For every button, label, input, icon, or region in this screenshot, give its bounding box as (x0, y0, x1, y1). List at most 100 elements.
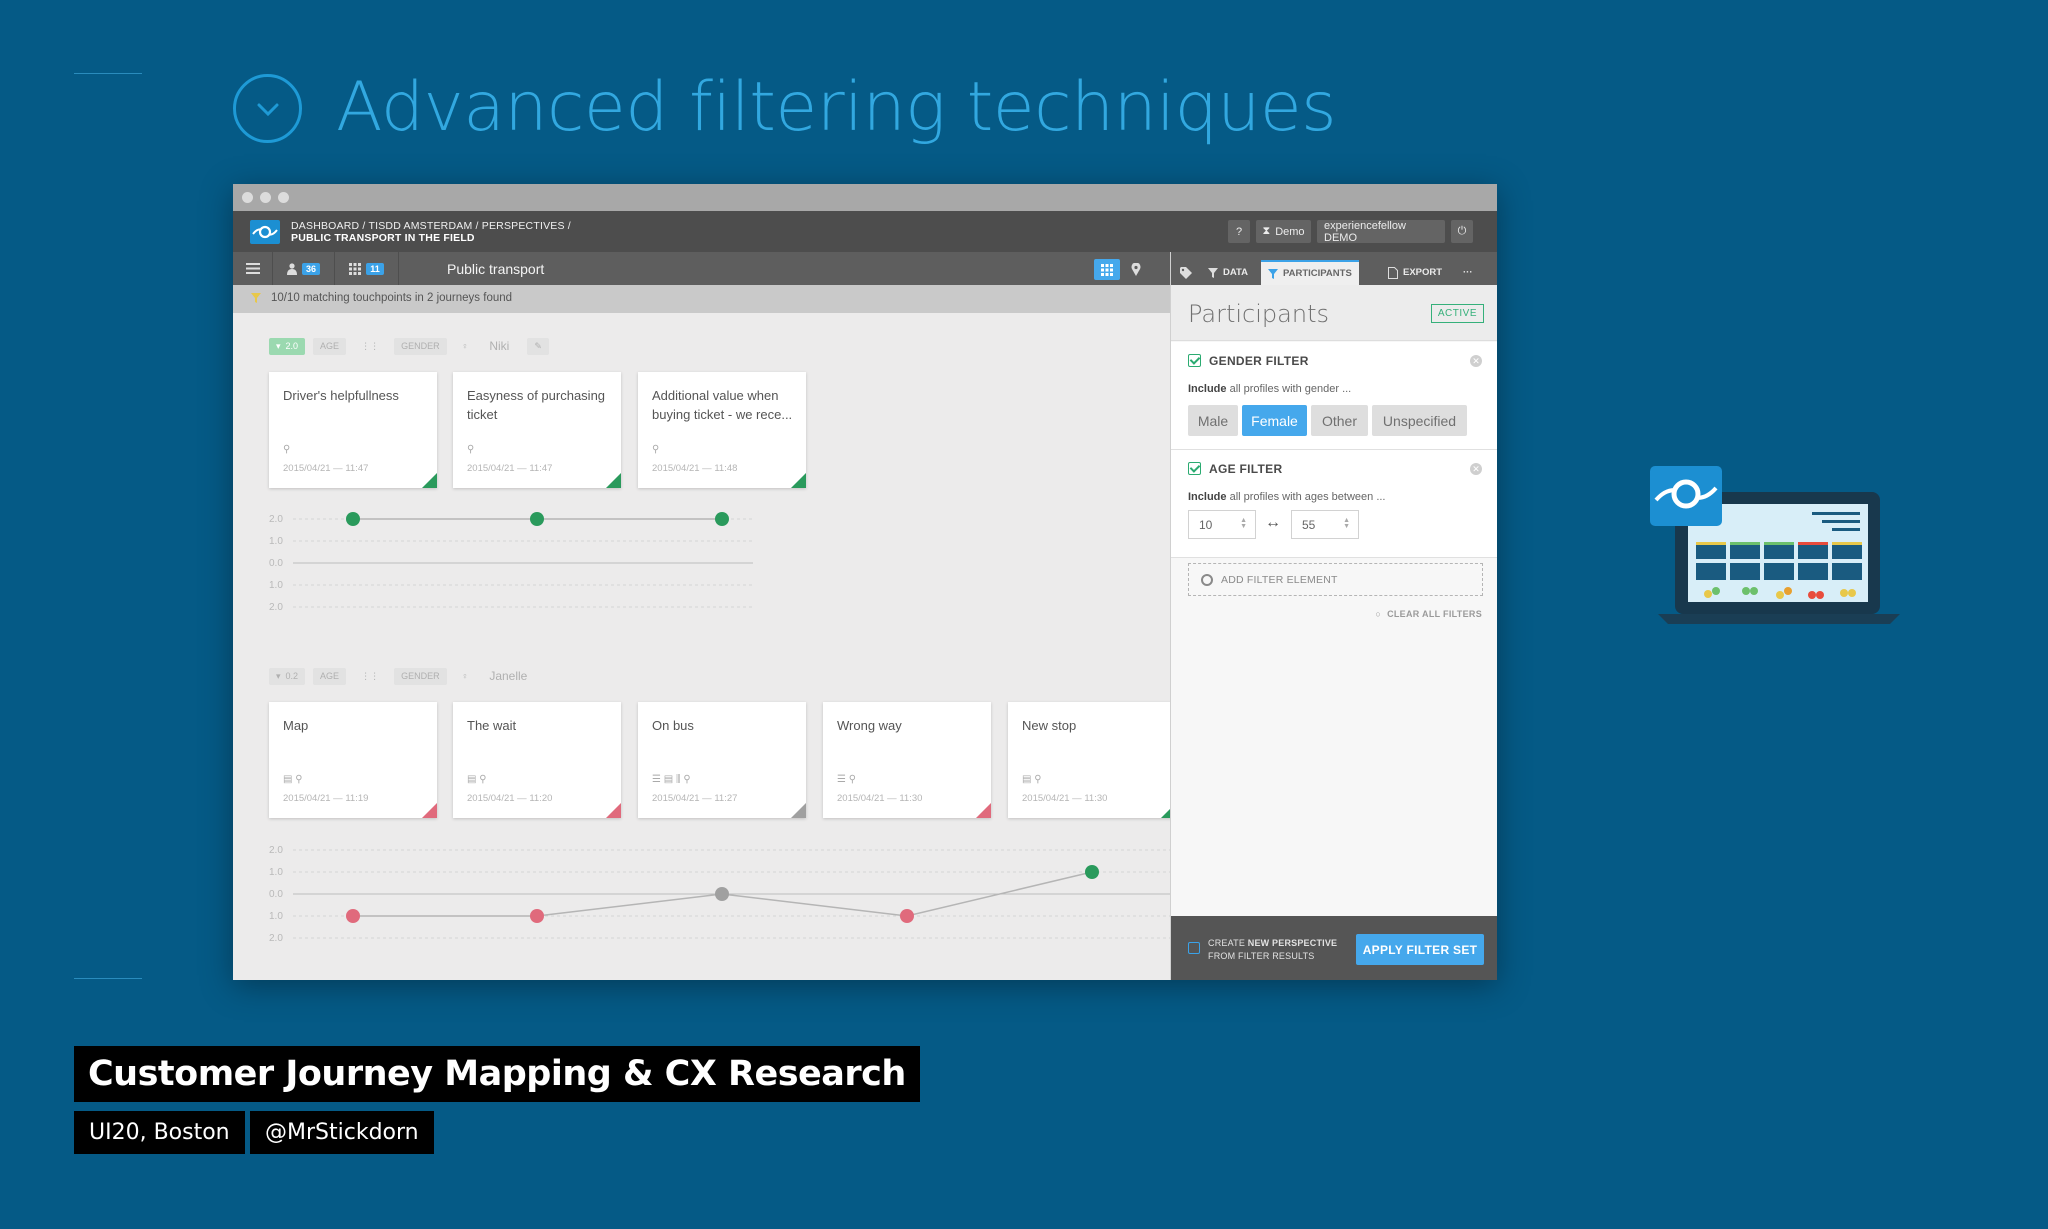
add-circle-icon (1201, 573, 1213, 586)
app-logo-icon[interactable] (250, 220, 280, 244)
touchpoint-card[interactable]: Additional value when buying ticket - we… (638, 372, 806, 488)
y-tick: 1.0 (269, 867, 283, 878)
participants-count-button[interactable]: 36 (273, 252, 335, 285)
touchpoint-card[interactable]: New stop ▤ ⚲ 2015/04/21 — 11:30 (1008, 702, 1176, 818)
gender-option-other[interactable]: Other (1311, 405, 1368, 436)
touchpoint-card[interactable]: Map ▤ ⚲ 2015/04/21 — 11:19 (269, 702, 437, 818)
grid-icon (349, 262, 362, 275)
age-filter-title: AGE FILTER (1209, 462, 1283, 476)
edit-icon[interactable]: ✎ (527, 337, 549, 355)
window-zoom-dot[interactable] (278, 192, 289, 203)
tab-export[interactable]: EXPORT (1381, 260, 1449, 285)
age-min-input[interactable]: 10 ▲ ▼ (1188, 510, 1256, 539)
touchpoint-card[interactable]: Driver's helpfullness ⚲ 2015/04/21 — 11:… (269, 372, 437, 488)
rating-point (1085, 865, 1099, 879)
tab-participants-label: PARTICIPANTS (1283, 268, 1352, 279)
rating-corner (606, 473, 621, 488)
card-date: 2015/04/21 — 11:19 (283, 793, 369, 804)
document-icon (1388, 266, 1398, 279)
more-menu-button[interactable]: ··· (1456, 260, 1480, 285)
top-decor-line (74, 73, 142, 74)
help-label: ? (1235, 225, 1243, 238)
top-bar: DASHBOARD / TISDD AMSTERDAM / PERSPECTIV… (233, 211, 1497, 252)
gender-separator: ⋮⋮ (361, 340, 380, 351)
gender-tag: GENDER (394, 337, 447, 355)
clear-icon: ○ (1375, 609, 1382, 619)
talk-title: Customer Journey Mapping & CX Research (74, 1046, 920, 1102)
age-min-value: 10 (1199, 517, 1213, 532)
y-tick: 2.0 (269, 514, 283, 525)
tab-participants[interactable]: PARTICIPANTS (1261, 260, 1359, 285)
apply-filter-button[interactable]: APPLY FILTER SET (1356, 934, 1484, 965)
rating-corner (791, 803, 806, 818)
rating-corner (976, 803, 991, 818)
breadcrumb[interactable]: DASHBOARD / TISDD AMSTERDAM / PERSPECTIV… (291, 220, 571, 232)
gender-option-unspecified[interactable]: Unspecified (1372, 405, 1467, 436)
rating-corner (791, 473, 806, 488)
desc-bold: Include (1188, 383, 1227, 395)
age-tag: AGE (313, 667, 347, 685)
touchpoint-card[interactable]: Wrong way ☰ ⚲ 2015/04/21 — 11:30 (823, 702, 991, 818)
help-button[interactable]: ? (1228, 220, 1250, 243)
window-chrome (233, 184, 1497, 211)
card-date: 2015/04/21 — 11:48 (652, 463, 738, 474)
tab-data[interactable]: DATA (1201, 260, 1255, 285)
journey-score[interactable]: ▾ 0.2 (269, 667, 306, 685)
demo-button[interactable]: ⧗ Demo (1256, 220, 1311, 243)
age-filter-checkbox[interactable] (1188, 462, 1201, 475)
age-max-input[interactable]: 55 ▲ ▼ (1291, 510, 1359, 539)
card-title: Wrong way (837, 718, 902, 733)
remove-gender-filter-icon[interactable]: ✕ (1470, 355, 1482, 367)
card-title: Additional value when buying ticket - we… (652, 388, 793, 422)
media-icons: ☰ ▤ ⫼ ⚲ (652, 774, 691, 785)
card-date: 2015/04/21 — 11:47 (283, 463, 369, 474)
y-tick: 2.0 (269, 933, 283, 944)
journey-score[interactable]: ▾ 2.0 (269, 337, 306, 355)
tab-tags[interactable] (1173, 260, 1200, 285)
gender-option-female[interactable]: Female (1242, 405, 1307, 436)
hourglass-icon: ⧗ (1262, 225, 1271, 237)
breadcrumb-current: PUBLIC TRANSPORT IN THE FIELD (291, 232, 475, 244)
create-perspective-link[interactable]: CREATE NEW PERSPECTIVE FROM FILTER RESUL… (1208, 937, 1337, 963)
app-window: DASHBOARD / TISDD AMSTERDAM / PERSPECTIV… (233, 184, 1497, 980)
window-minimize-dot[interactable] (260, 192, 271, 203)
menu-button[interactable] (233, 252, 273, 285)
panel-title: Participants (1188, 300, 1329, 328)
touchpoint-card[interactable]: The wait ▤ ⚲ 2015/04/21 — 11:20 (453, 702, 621, 818)
journeys-count-button[interactable]: 11 (335, 252, 399, 285)
stepper-icon[interactable]: ▲ ▼ (1343, 517, 1350, 530)
tag-icon (1180, 266, 1192, 279)
journey-rating-graph (293, 849, 1170, 939)
journey-header: ▾ 0.2 AGE ⋮⋮ GENDER ♀ Janelle (269, 667, 527, 685)
gender-filter-title: GENDER FILTER (1209, 354, 1309, 368)
clear-all-filters-button[interactable]: ○ CLEAR ALL FILTERS (1375, 609, 1482, 619)
match-summary: 10/10 matching touchpoints in 2 journeys… (271, 292, 513, 304)
gender-option-male[interactable]: Male (1188, 405, 1238, 436)
match-summary-bar: 10/10 matching touchpoints in 2 journeys… (233, 285, 1170, 313)
window-close-dot[interactable] (242, 192, 253, 203)
rating-corner (606, 803, 621, 818)
grid-view-button[interactable] (1094, 259, 1120, 280)
location-pin-icon (1131, 263, 1141, 276)
stepper-icon[interactable]: ▲ ▼ (1240, 517, 1247, 530)
rating-point (715, 512, 729, 526)
handle-tag: @MrStickdorn (250, 1111, 434, 1154)
rating-point (346, 909, 360, 923)
card-date: 2015/04/21 — 11:30 (1022, 793, 1108, 804)
account-button[interactable]: experiencefellow DEMO (1317, 220, 1445, 244)
add-filter-button[interactable]: ADD FILTER ELEMENT (1188, 563, 1483, 596)
map-view-button[interactable] (1123, 259, 1149, 280)
rating-point (715, 887, 729, 901)
touchpoint-card[interactable]: On bus ☰ ▤ ⫼ ⚲ 2015/04/21 — 11:27 (638, 702, 806, 818)
panel-tabs: DATA PARTICIPANTS EXPORT ··· (1171, 252, 1497, 285)
rating-point (900, 909, 914, 923)
power-button[interactable]: ⏻ (1451, 220, 1473, 243)
card-date: 2015/04/21 — 11:47 (467, 463, 553, 474)
touchpoint-card[interactable]: Easyness of purchasing ticket ⚲ 2015/04/… (453, 372, 621, 488)
y-tick: 2.0 (269, 602, 283, 613)
location-pin-icon: ⚲ (652, 444, 660, 455)
gender-filter-checkbox[interactable] (1188, 354, 1201, 367)
card-title: Map (283, 718, 309, 733)
journey-name: Public transport (447, 261, 545, 277)
remove-age-filter-icon[interactable]: ✕ (1470, 463, 1482, 475)
